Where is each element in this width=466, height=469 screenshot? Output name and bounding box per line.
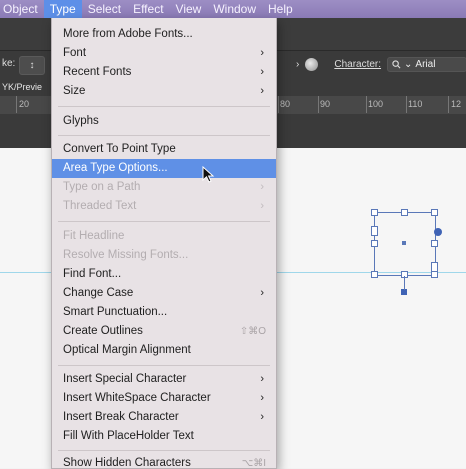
menu-item-label: Optical Margin Alignment bbox=[63, 344, 191, 356]
stroke-stepper[interactable]: ↕ bbox=[19, 56, 45, 75]
menubar-item-help[interactable]: Help bbox=[262, 0, 299, 18]
menu-item-label: Insert Break Character bbox=[63, 411, 179, 423]
menu-item-recent-fonts[interactable]: Recent Fonts › bbox=[52, 63, 276, 82]
menu-item-area-type-options[interactable]: Area Type Options... bbox=[52, 159, 276, 178]
menu-item-label: Fill With PlaceHolder Text bbox=[63, 430, 194, 442]
menubar-item-type[interactable]: Type bbox=[43, 0, 82, 18]
ruler-tick: 80 bbox=[280, 99, 291, 109]
menu-item-show-hidden-characters[interactable]: Show Hidden Characters ⌥⌘I bbox=[52, 454, 276, 469]
handle-middle-left[interactable] bbox=[371, 240, 378, 247]
menu-item-label: Smart Punctuation... bbox=[63, 306, 168, 318]
ruler-tick: 100 bbox=[368, 99, 384, 109]
menu-separator bbox=[58, 221, 270, 222]
menu-separator bbox=[58, 106, 270, 107]
menu-item-label: Find Font... bbox=[63, 268, 122, 280]
handle-bottom-left[interactable] bbox=[371, 271, 378, 278]
submenu-arrow-icon: › bbox=[260, 392, 264, 404]
out-port-icon[interactable] bbox=[431, 262, 438, 272]
font-family-field[interactable]: ⌄ Arial bbox=[387, 57, 466, 72]
handle-top-right[interactable] bbox=[431, 209, 438, 216]
menu-item-label: Recent Fonts bbox=[63, 66, 132, 78]
handle-top-center[interactable] bbox=[401, 209, 408, 216]
chevron-right-icon[interactable]: › bbox=[296, 59, 299, 70]
menubar-item-view[interactable]: View bbox=[170, 0, 208, 18]
menu-item-change-case[interactable]: Change Case › bbox=[52, 284, 276, 303]
menu-item-size[interactable]: Size › bbox=[52, 82, 276, 101]
menubar-item-select[interactable]: Select bbox=[82, 0, 127, 18]
menu-item-resolve-missing-fonts[interactable]: Resolve Missing Fonts... bbox=[52, 246, 276, 265]
menu-item-insert-whitespace-character[interactable]: Insert WhiteSpace Character › bbox=[52, 389, 276, 408]
menubar-item-effect[interactable]: Effect bbox=[127, 0, 169, 18]
menu-item-smart-punctuation[interactable]: Smart Punctuation... bbox=[52, 303, 276, 322]
submenu-arrow-icon: › bbox=[260, 181, 264, 193]
mouse-cursor-icon bbox=[202, 166, 215, 183]
thread-dot-icon[interactable] bbox=[434, 228, 442, 236]
menu-item-label: Insert Special Character bbox=[63, 373, 187, 385]
search-icon bbox=[392, 60, 401, 69]
ruler-tick: 20 bbox=[19, 99, 30, 109]
menu-item-insert-break-character[interactable]: Insert Break Character › bbox=[52, 408, 276, 427]
menu-item-label: Type on a Path bbox=[63, 181, 141, 193]
handle-top-left[interactable] bbox=[371, 209, 378, 216]
menu-item-glyphs[interactable]: Glyphs bbox=[52, 112, 276, 131]
ruler-tick: 90 bbox=[320, 99, 331, 109]
menu-item-type-on-a-path[interactable]: Type on a Path › bbox=[52, 178, 276, 197]
menubar-item-object[interactable]: Object bbox=[0, 0, 44, 18]
menu-item-label: Insert WhiteSpace Character bbox=[63, 392, 211, 404]
menu-item-label: Size bbox=[63, 85, 86, 97]
menu-item-label: Change Case bbox=[63, 287, 134, 299]
character-controls: › Character: ⌄ Arial bbox=[296, 57, 466, 72]
menu-item-insert-special-character[interactable]: Insert Special Character › bbox=[52, 370, 276, 389]
font-family-value: Arial bbox=[415, 59, 436, 70]
menu-item-fit-headline[interactable]: Fit Headline bbox=[52, 227, 276, 246]
menu-item-create-outlines[interactable]: Create Outlines ⇧⌘O bbox=[52, 322, 276, 341]
menu-item-label: Font bbox=[63, 47, 87, 59]
menu-item-find-font[interactable]: Find Font... bbox=[52, 265, 276, 284]
menu-item-threaded-text[interactable]: Threaded Text › bbox=[52, 197, 276, 216]
ruler-tick: 12 bbox=[451, 99, 462, 109]
submenu-arrow-icon: › bbox=[260, 287, 264, 299]
submenu-arrow-icon: › bbox=[260, 373, 264, 385]
menu-item-optical-margin-alignment[interactable]: Optical Margin Alignment bbox=[52, 341, 276, 360]
stroke-label: ke: bbox=[2, 58, 16, 69]
menu-item-label: Convert To Point Type bbox=[63, 143, 176, 155]
center-point-icon bbox=[402, 241, 406, 245]
chevron-down-icon: ⌄ bbox=[404, 59, 413, 70]
menu-item-more-from-adobe-fonts[interactable]: More from Adobe Fonts... bbox=[52, 25, 276, 44]
shortcut-label: ⌥⌘I bbox=[241, 458, 266, 469]
globe-icon[interactable] bbox=[305, 58, 319, 71]
character-panel-link[interactable]: Character: bbox=[334, 59, 381, 70]
menu-item-label: Area Type Options... bbox=[63, 162, 168, 174]
type-menu: More from Adobe Fonts... Font › Recent F… bbox=[51, 18, 277, 469]
handle-bottom-right[interactable] bbox=[431, 271, 438, 278]
submenu-arrow-icon: › bbox=[260, 411, 264, 423]
menu-item-convert-to-point-type[interactable]: Convert To Point Type bbox=[52, 140, 276, 159]
menu-item-font[interactable]: Font › bbox=[52, 44, 276, 63]
document-tab[interactable]: YK/Previe bbox=[2, 82, 42, 92]
menu-item-label: Threaded Text bbox=[63, 200, 137, 212]
menu-item-fill-with-placeholder-text[interactable]: Fill With PlaceHolder Text bbox=[52, 427, 276, 446]
submenu-arrow-icon: › bbox=[260, 47, 264, 59]
in-port-icon[interactable] bbox=[371, 226, 378, 236]
handle-middle-right[interactable] bbox=[431, 240, 438, 247]
menu-item-label: Resolve Missing Fonts... bbox=[63, 249, 189, 261]
submenu-arrow-icon: › bbox=[260, 200, 264, 212]
submenu-arrow-icon: › bbox=[260, 85, 264, 97]
submenu-arrow-icon: › bbox=[260, 66, 264, 78]
menu-separator bbox=[58, 365, 270, 366]
menubar: Object Type Select Effect View Window He… bbox=[0, 0, 466, 18]
menu-item-label: Show Hidden Characters bbox=[63, 457, 191, 469]
menubar-item-window[interactable]: Window bbox=[207, 0, 262, 18]
menu-item-label: Create Outlines bbox=[63, 325, 143, 337]
menu-separator bbox=[58, 450, 270, 451]
menu-item-label: Glyphs bbox=[63, 115, 99, 127]
ruler-tick: 110 bbox=[408, 99, 423, 109]
menu-item-label: Fit Headline bbox=[63, 230, 125, 242]
thread-line bbox=[404, 276, 405, 290]
menu-item-label: More from Adobe Fonts... bbox=[63, 28, 193, 40]
shortcut-label: ⇧⌘O bbox=[239, 326, 266, 337]
menu-separator bbox=[58, 135, 270, 136]
